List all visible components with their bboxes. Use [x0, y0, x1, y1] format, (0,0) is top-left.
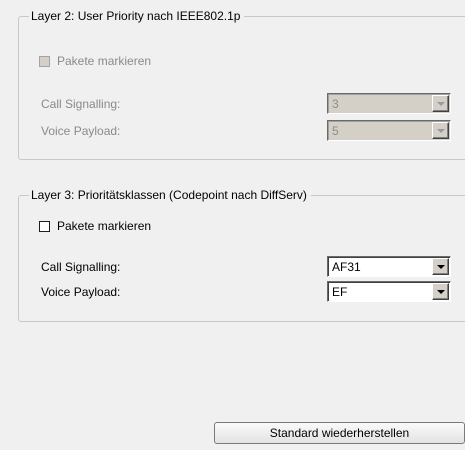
- layer3-voice-payload-value: EF: [332, 285, 348, 299]
- layer2-call-signalling-select[interactable]: 3: [327, 93, 451, 114]
- layer3-mark-packets-label: Pakete markieren: [57, 219, 152, 233]
- layer3-call-signalling-select[interactable]: AF31: [327, 256, 451, 277]
- layer2-voice-payload-label: Voice Payload:: [41, 124, 121, 138]
- layer2-call-signalling-dropdown-button[interactable]: [432, 95, 449, 112]
- layer2-voice-payload-select[interactable]: 5: [327, 120, 451, 141]
- chevron-down-icon: [437, 290, 445, 294]
- chevron-down-icon: [437, 265, 445, 269]
- layer3-call-signalling-label: Call Signalling:: [41, 260, 121, 274]
- reset-defaults-button[interactable]: Standard wiederherstellen: [214, 422, 465, 444]
- layer2-voice-payload-dropdown-button[interactable]: [432, 122, 449, 139]
- layer2-call-signalling-label: Call Signalling:: [41, 97, 121, 111]
- layer2-mark-packets-label: Pakete markieren: [57, 54, 152, 68]
- layer3-call-signalling-value: AF31: [332, 260, 361, 274]
- layer2-voice-payload-value: 5: [332, 124, 339, 138]
- chevron-down-icon: [437, 129, 445, 133]
- layer2-mark-packets-checkbox[interactable]: [39, 56, 50, 67]
- layer3-mark-packets-checkbox-row[interactable]: Pakete markieren: [39, 219, 151, 234]
- layer3-voice-payload-dropdown-button[interactable]: [432, 283, 449, 300]
- layer3-voice-payload-select[interactable]: EF: [327, 281, 451, 302]
- layer3-title: Layer 3: Prioritätsklassen (Codepoint na…: [29, 188, 311, 203]
- layer3-voice-payload-label: Voice Payload:: [41, 285, 121, 299]
- layer3-mark-packets-checkbox[interactable]: [39, 221, 50, 232]
- layer2-mark-packets-checkbox-row[interactable]: Pakete markieren: [39, 54, 151, 69]
- layer2-groupbox: Layer 2: User Priority nach IEEE802.1p P…: [18, 9, 465, 160]
- layer2-call-signalling-value: 3: [332, 97, 339, 111]
- chevron-down-icon: [437, 102, 445, 106]
- layer3-groupbox: Layer 3: Prioritätsklassen (Codepoint na…: [18, 188, 465, 322]
- layer2-title: Layer 2: User Priority nach IEEE802.1p: [29, 9, 245, 24]
- layer3-call-signalling-dropdown-button[interactable]: [432, 258, 449, 275]
